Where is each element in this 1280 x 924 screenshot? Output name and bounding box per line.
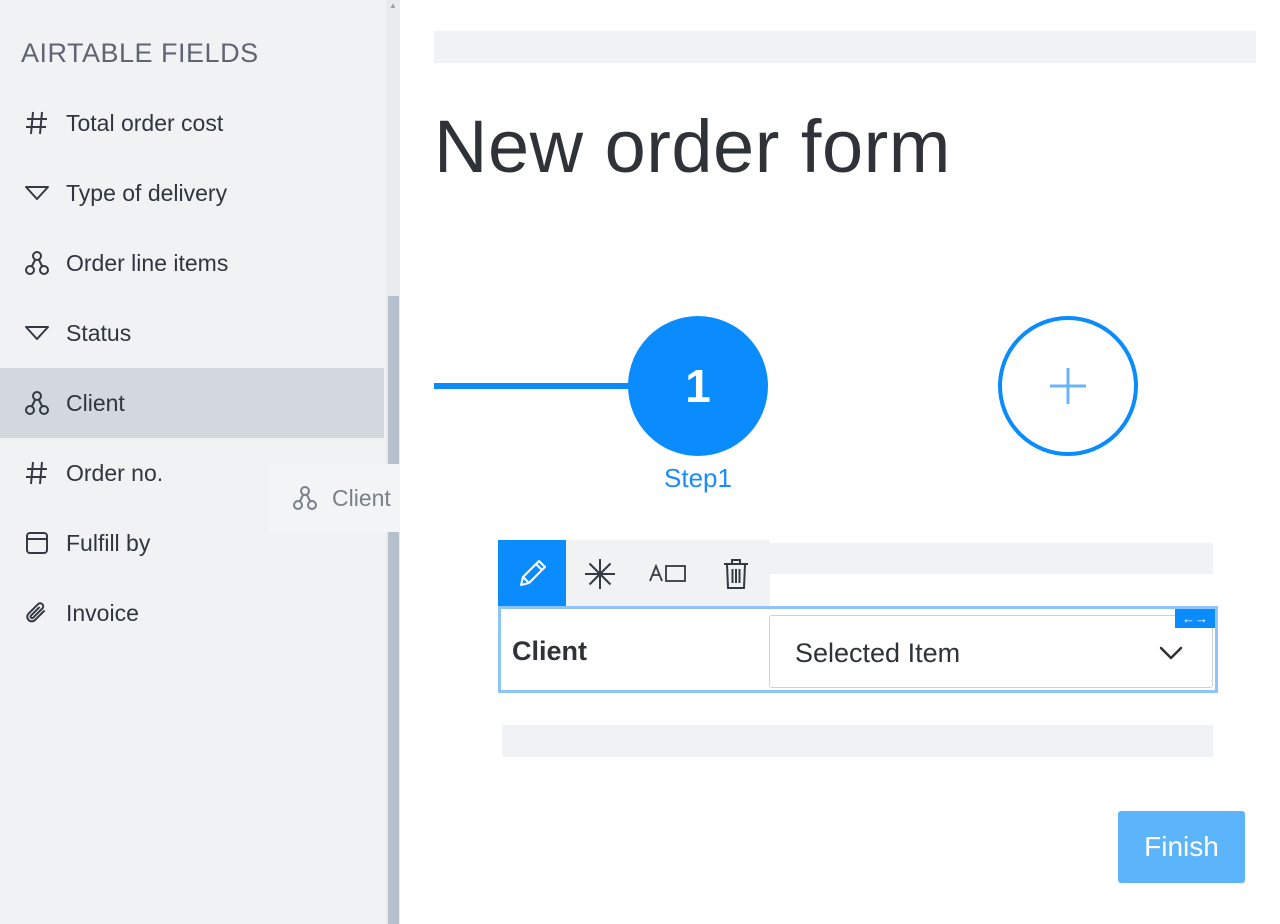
scroll-up-arrow-icon[interactable]: ▲ [389,2,397,10]
sidebar-item-total-order-cost[interactable]: Total order cost [0,88,384,158]
single-select-icon [22,178,52,208]
app-root: AIRTABLE FIELDS Total order cost Type of… [0,0,1280,924]
trash-icon [721,557,751,591]
plus-icon [1048,366,1088,406]
required-toggle-button[interactable] [566,540,634,608]
sidebar-item-invoice[interactable]: Invoice [0,578,384,648]
resize-handle-icon[interactable]: ←→ [1175,609,1215,628]
linked-record-icon [292,485,318,511]
client-field-row[interactable]: Client Selected Item [498,606,1218,693]
sidebar-item-label: Type of delivery [66,179,228,206]
drop-zone-above-field[interactable] [770,543,1213,574]
drop-zone-top[interactable] [434,31,1256,63]
edit-field-button[interactable] [498,540,566,608]
attachment-icon [22,598,52,628]
sidebar-item-label: Fulfill by [66,529,151,556]
drag-ghost-label: Client [332,484,391,511]
drop-zone-below-field[interactable] [502,725,1213,757]
fields-sidebar: AIRTABLE FIELDS Total order cost Type of… [0,0,400,924]
client-field-label: Client [512,636,588,666]
field-toolbar [498,540,770,608]
drag-ghost-client: Client [270,464,400,532]
hash-icon [22,108,52,138]
single-select-icon [22,318,52,348]
step-label: Step1 [664,463,732,493]
sidebar-item-label: Invoice [66,599,139,626]
sidebar-item-label: Order no. [66,459,164,486]
linked-record-icon [22,388,52,418]
asterisk-icon [583,557,617,591]
step-number: 1 [685,360,711,412]
label-layout-icon [648,561,688,587]
add-step-button[interactable] [998,316,1138,456]
sidebar-title: AIRTABLE FIELDS [21,38,259,68]
date-icon [22,528,52,558]
page-title: New order form [434,105,951,188]
label-layout-button[interactable] [634,540,702,608]
sidebar-item-label: Status [66,319,132,346]
linked-record-icon [22,248,52,278]
sidebar-item-label: Total order cost [66,109,224,136]
sidebar-item-label: Client [66,389,125,416]
sidebar-item-label: Order line items [66,249,229,276]
select-value: Selected Item [795,638,961,668]
delete-field-button[interactable] [702,540,770,608]
step-connector [434,383,634,389]
pencil-icon [515,557,549,591]
finish-button[interactable]: Finish [1118,811,1245,883]
step-1-button[interactable]: 1 [628,316,768,456]
sidebar-item-client[interactable]: Client [0,368,384,438]
sidebar-scroll-thumb[interactable] [388,296,399,924]
hash-icon [22,458,52,488]
sidebar-item-order-line-items[interactable]: Order line items [0,228,384,298]
client-select[interactable]: Selected Item [769,615,1213,688]
sidebar-item-status[interactable]: Status [0,298,384,368]
sidebar-item-type-of-delivery[interactable]: Type of delivery [0,158,384,228]
chevron-down-icon [1158,640,1184,666]
